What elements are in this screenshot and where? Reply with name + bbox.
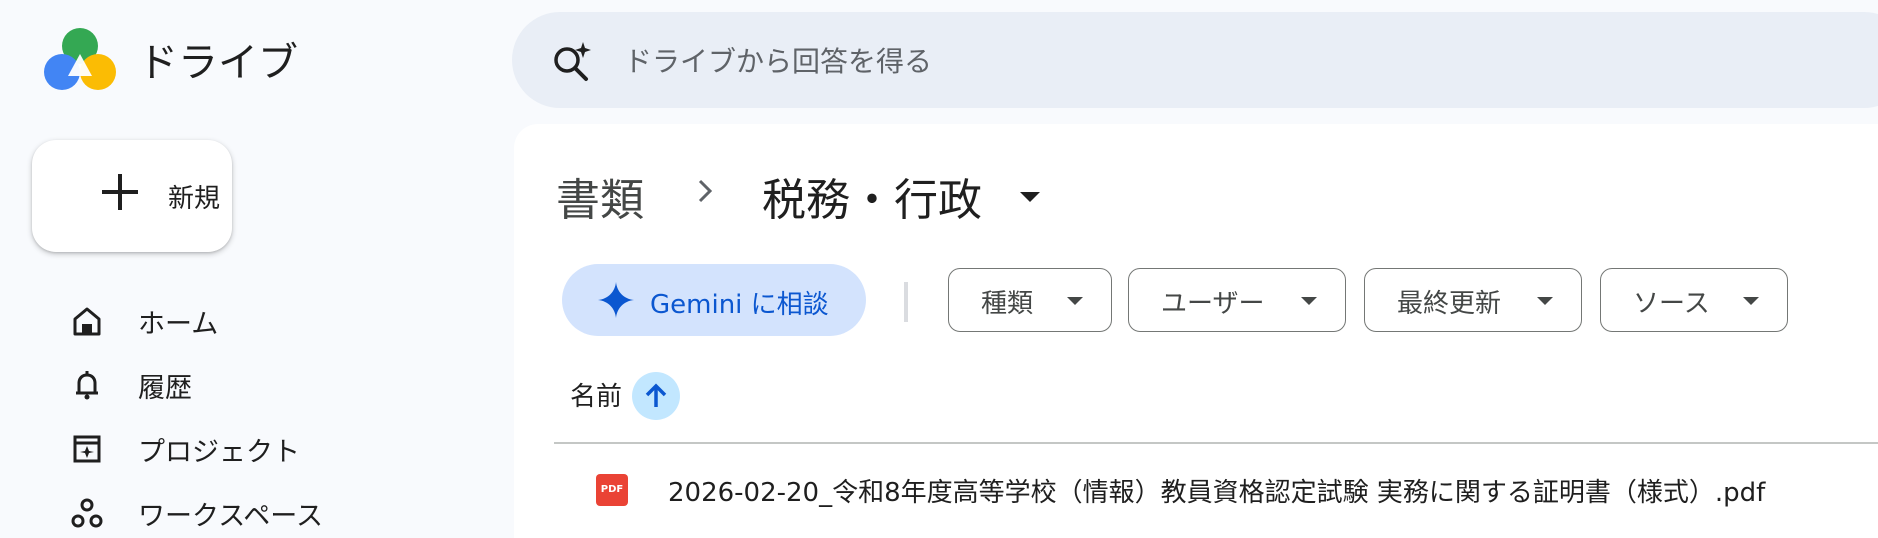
pdf-file-icon: PDF (596, 474, 628, 506)
workspaces-icon (71, 498, 103, 528)
sidebar-item-workspaces[interactable]: ワークスペース (0, 480, 500, 538)
column-header-name[interactable]: 名前 (570, 376, 622, 413)
arrow-up-icon (645, 383, 667, 407)
filter-chip-label: ユーザー (1161, 289, 1265, 319)
drive-logo-icon (44, 28, 116, 90)
sidebar-nav: ホーム 履歴 プロジェクト ワークスペース (0, 288, 500, 538)
caret-down-icon[interactable] (1020, 192, 1040, 202)
list-divider (554, 442, 1878, 444)
drive-logo[interactable] (44, 24, 116, 94)
filter-chip-source[interactable]: ソース (1600, 268, 1788, 332)
filter-chip-label: 最終更新 (1397, 289, 1502, 319)
sidebar-item-home[interactable]: ホーム (0, 288, 500, 352)
drive-app: ドライブ 新規 ホーム 履歴 プロジェクト ワークスペース ドライブから回答を得… (0, 0, 1878, 538)
breadcrumb-current[interactable]: 税務・行政 (762, 164, 982, 228)
sidebar-item-label: 履歴 (138, 373, 192, 404)
ask-gemini-label: Gemini に相談 (650, 290, 829, 320)
main-panel: 書類 税務・行政 Gemini に相談 種類 ユーザー 最終更新 ソース 名前 … (514, 124, 1878, 538)
chevron-right-icon (698, 179, 713, 203)
breadcrumb-root[interactable]: 書類 (556, 164, 644, 228)
app-title: ドライブ (138, 40, 298, 86)
plus-icon (102, 174, 138, 210)
sidebar-item-label: ワークスペース (138, 501, 323, 532)
sidebar-item-label: プロジェクト (138, 437, 300, 468)
gemini-spark-icon (598, 282, 634, 318)
file-name: 2026-02-20_令和8年度高等学校（情報）教員資格認定試験 実務に関する証… (668, 478, 1766, 508)
filter-chip-user[interactable]: ユーザー (1128, 268, 1346, 332)
toolbar-divider (904, 282, 908, 322)
sort-ascending-button[interactable] (632, 372, 680, 420)
sidebar-item-history[interactable]: 履歴 (0, 352, 500, 416)
bell-icon (76, 371, 98, 400)
project-icon (73, 435, 101, 463)
gemini-search-icon[interactable] (550, 40, 594, 84)
new-button[interactable]: 新規 (32, 140, 232, 252)
search-input[interactable] (624, 36, 1524, 86)
search-bar[interactable] (512, 12, 1878, 108)
sidebar-item-label: ホーム (138, 309, 219, 340)
filter-chip-label: ソース (1633, 289, 1710, 319)
filter-chip-label: 種類 (981, 289, 1034, 319)
caret-down-icon (1067, 297, 1083, 305)
ask-gemini-button[interactable]: Gemini に相談 (562, 264, 866, 336)
filter-chip-type[interactable]: 種類 (948, 268, 1112, 332)
file-row[interactable]: PDF 2026-02-20_令和8年度高等学校（情報）教員資格認定試験 実務に… (554, 446, 1878, 518)
caret-down-icon (1743, 297, 1759, 305)
new-button-label: 新規 (168, 184, 221, 214)
caret-down-icon (1301, 297, 1317, 305)
caret-down-icon (1537, 297, 1553, 305)
filter-chip-modified[interactable]: 最終更新 (1364, 268, 1582, 332)
sidebar-item-projects[interactable]: プロジェクト (0, 416, 500, 480)
home-icon (73, 307, 101, 336)
